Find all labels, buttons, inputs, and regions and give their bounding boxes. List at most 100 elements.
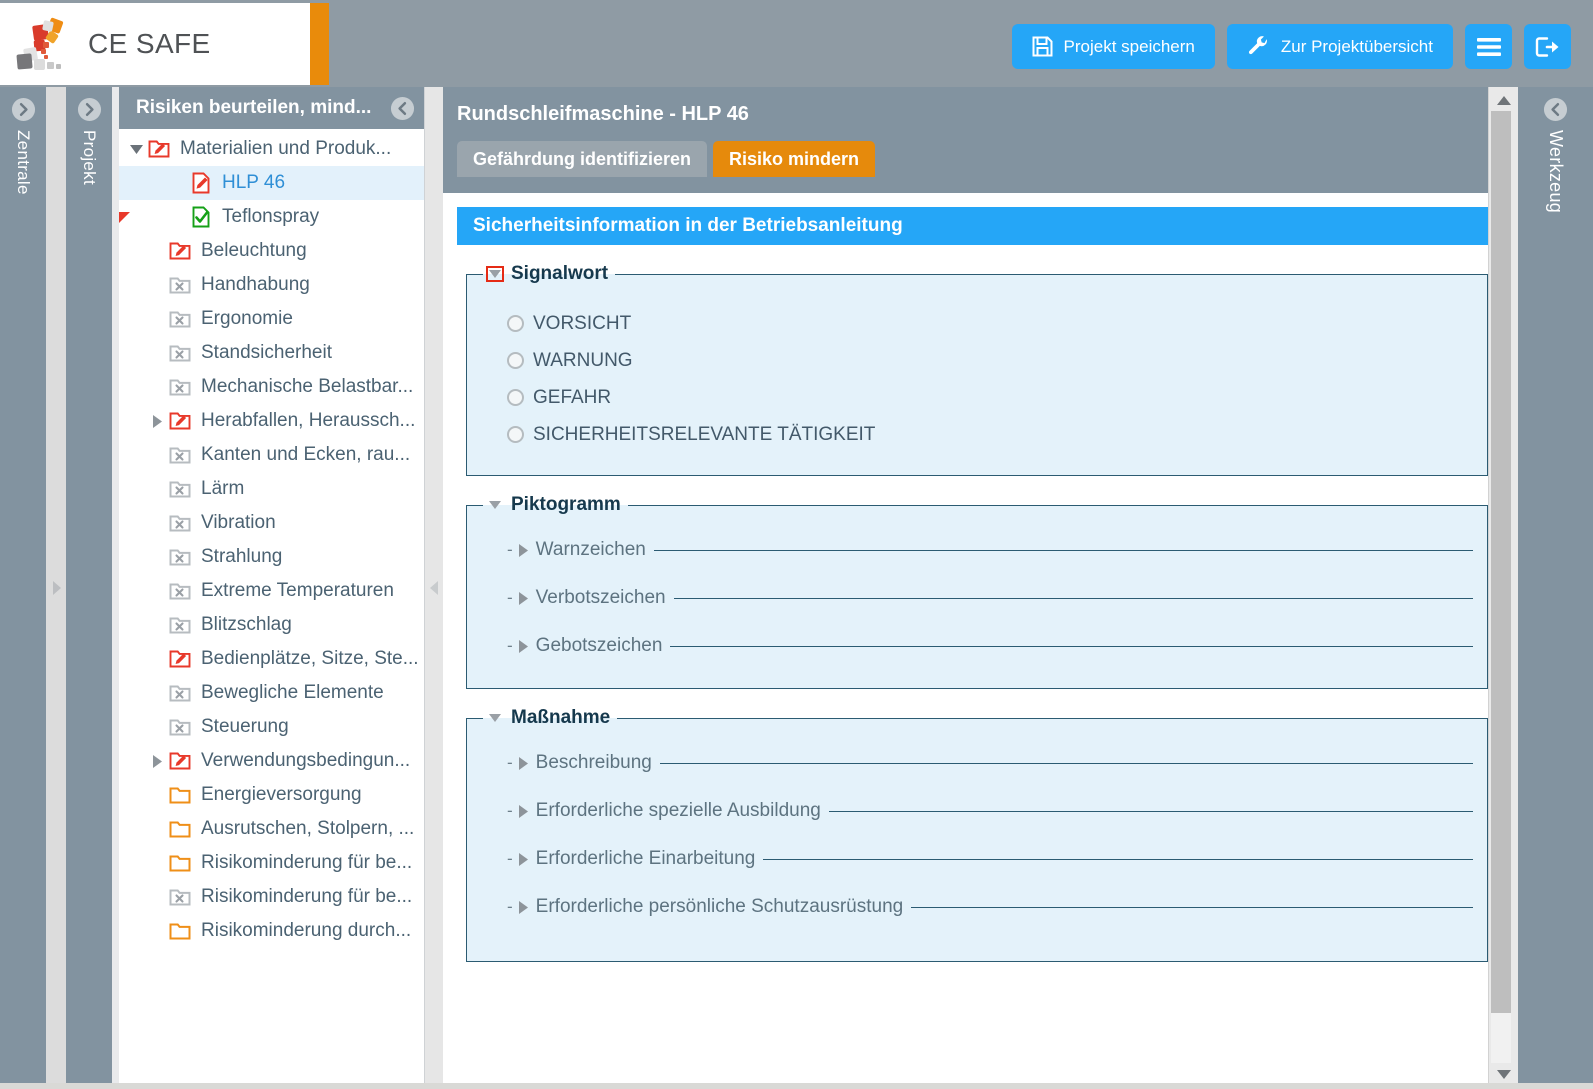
file-check-green-icon (192, 206, 210, 228)
triangle-right-icon[interactable] (518, 900, 528, 914)
tree-node-twisty[interactable] (146, 754, 168, 768)
radio-button-icon[interactable] (507, 352, 524, 369)
scroll-down-button[interactable] (1489, 1063, 1519, 1085)
signalwort-radio-option[interactable]: WARNUNG (507, 342, 1487, 379)
tree-node[interactable]: Risikominderung durch... (119, 914, 424, 948)
tree-node-label: Lärm (201, 478, 245, 499)
tree-node[interactable]: Verwendungsbedingun... (119, 744, 424, 778)
piktogramm-subrow[interactable]: - Warnzeichen (507, 526, 1487, 574)
folder-x-gray-icon (169, 311, 191, 328)
tree-node[interactable]: Steuerung (119, 710, 424, 744)
piktogramm-subrow[interactable]: - Gebotszeichen (507, 622, 1487, 670)
massnahme-subrow[interactable]: - Beschreibung (507, 739, 1487, 787)
signalwort-radio-option[interactable]: VORSICHT (507, 305, 1487, 342)
folder-x-gray-icon (169, 277, 191, 294)
tree-node[interactable]: Risikominderung für be... (119, 846, 424, 880)
legend-massnahme: Maßnahme (483, 707, 617, 729)
triangle-right-icon[interactable] (152, 754, 162, 768)
triangle-down-icon[interactable] (129, 144, 143, 154)
massnahme-subrow[interactable]: - Erforderliche spezielle Ausbildung (507, 787, 1487, 835)
triangle-right-icon[interactable] (518, 543, 528, 557)
tree-node[interactable]: Strahlung (119, 540, 424, 574)
tree-node-twisty[interactable] (125, 144, 147, 154)
folder-edit-red-icon (169, 242, 191, 260)
scroll-up-button[interactable] (1489, 89, 1519, 111)
tab-risiko-mindern[interactable]: Risiko mindern (713, 141, 876, 177)
triangle-right-icon[interactable] (518, 639, 528, 653)
tree-node-label: Vibration (201, 512, 276, 533)
chevron-right-circle-icon (11, 97, 35, 122)
radio-button-icon[interactable] (507, 389, 524, 406)
triangle-up-icon (1497, 95, 1511, 105)
massnahme-subrow-label: Beschreibung (535, 752, 652, 773)
triangle-right-icon[interactable] (518, 591, 528, 605)
triangle-right-icon[interactable] (518, 900, 528, 914)
splitter-left[interactable] (46, 87, 66, 1089)
piktogramm-subrow[interactable]: - Verbotszeichen (507, 574, 1487, 622)
triangle-right-icon[interactable] (518, 852, 528, 866)
menu-button[interactable] (1465, 24, 1512, 69)
triangle-right-icon[interactable] (518, 756, 528, 770)
tree-node[interactable]: Risikominderung für be... (119, 880, 424, 914)
tree-node-label: Risikominderung durch... (201, 920, 412, 941)
triangle-right-icon[interactable] (518, 804, 528, 818)
tree-node[interactable]: Energieversorgung (119, 778, 424, 812)
tree-node[interactable]: Bewegliche Elemente (119, 676, 424, 710)
triangle-down-icon[interactable] (486, 710, 504, 726)
chevron-left-circle-icon[interactable] (390, 96, 415, 121)
project-overview-button[interactable]: Zur Projektübersicht (1226, 24, 1453, 69)
scrollbar-thumb[interactable] (1491, 111, 1511, 1013)
tree-node[interactable]: Mechanische Belastbar... (119, 370, 424, 404)
massnahme-subrow[interactable]: - Erforderliche Einarbeitung (507, 835, 1487, 883)
radio-button-icon[interactable] (507, 426, 524, 443)
sidebar-tab-zentrale[interactable]: Zentrale (0, 87, 46, 1089)
tree-node[interactable]: Standsicherheit (119, 336, 424, 370)
save-project-button[interactable]: Projekt speichern (1011, 24, 1215, 69)
tree-node[interactable]: Ausrutschen, Stolpern, ... (119, 812, 424, 846)
tree-node[interactable]: Materialien und Produk... (119, 132, 424, 166)
tree-node[interactable]: Bedienplätze, Sitze, Ste... (119, 642, 424, 676)
tree-node[interactable]: Beleuchtung (119, 234, 424, 268)
triangle-right-icon[interactable] (518, 756, 528, 770)
triangle-right-icon[interactable] (518, 543, 528, 557)
subrow-rule (670, 645, 1473, 647)
radio-button-icon[interactable] (507, 315, 524, 332)
triangle-right-icon[interactable] (518, 804, 528, 818)
tree-node-label: Mechanische Belastbar... (201, 376, 414, 397)
tree-node[interactable]: HLP 46 (119, 166, 424, 200)
triangle-down-icon[interactable] (486, 497, 504, 513)
splitter-content[interactable] (425, 87, 443, 1089)
dash-marker: - (507, 540, 513, 559)
tree-node[interactable]: Handhabung (119, 268, 424, 302)
dash-marker: - (507, 636, 513, 655)
tree-node-label: Standsicherheit (201, 342, 332, 363)
main-vertical-scrollbar[interactable] (1488, 87, 1518, 1089)
folder-edit-red-icon (169, 412, 191, 430)
application-root: CE SAFE Projekt speichern Zur Projektübe… (0, 0, 1593, 1089)
dash-marker: - (507, 849, 513, 868)
massnahme-subrow[interactable]: - Erforderliche persönliche Schutzausrüs… (507, 883, 1487, 931)
triangle-right-icon[interactable] (152, 414, 162, 428)
triangle-right-icon[interactable] (518, 639, 528, 653)
massnahme-subrow-label: Erforderliche spezielle Ausbildung (535, 800, 821, 821)
tree-node[interactable]: Kanten und Ecken, rau... (119, 438, 424, 472)
tree-node[interactable]: Extreme Temperaturen (119, 574, 424, 608)
tree-node-twisty[interactable] (146, 414, 168, 428)
tree-node[interactable]: Lärm (119, 472, 424, 506)
signalwort-radio-option[interactable]: GEFAHR (507, 379, 1487, 416)
tree-node[interactable]: Teflonspray (119, 200, 424, 234)
logout-button[interactable] (1524, 24, 1571, 69)
tree-node[interactable]: Blitzschlag (119, 608, 424, 642)
sidebar-tab-werkzeug[interactable]: Werkzeug (1518, 87, 1593, 1089)
signalwort-radio-option[interactable]: SICHERHEITSRELEVANTE TÄTIGKEIT (507, 416, 1487, 453)
sidebar-tab-projekt[interactable]: Projekt (66, 87, 112, 1089)
tree-node[interactable]: Herabfallen, Heraussch... (119, 404, 424, 438)
folder-x-gray-icon (169, 889, 191, 906)
tab-gefaehrdung-identifizieren[interactable]: Gefährdung identifizieren (457, 141, 708, 177)
triangle-right-icon[interactable] (518, 591, 528, 605)
main-scroll-area: Sicherheitsinformation in der Betriebsan… (443, 193, 1503, 1089)
tree-node[interactable]: Vibration (119, 506, 424, 540)
triangle-down-icon[interactable] (486, 266, 504, 282)
triangle-right-icon[interactable] (518, 852, 528, 866)
tree-node[interactable]: Ergonomie (119, 302, 424, 336)
